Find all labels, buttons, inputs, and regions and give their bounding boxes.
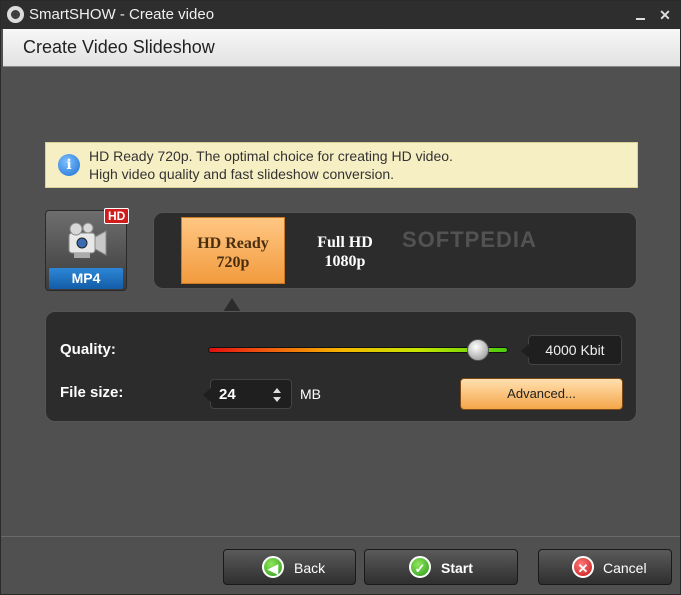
resolution-name: HD Ready — [197, 235, 269, 252]
resolution-value: 1080p — [324, 253, 366, 270]
app-window: SmartSHOW - Create video ✕ Create Video … — [0, 0, 681, 595]
stepper-down-icon[interactable] — [273, 397, 281, 402]
advanced-button[interactable]: Advanced... — [460, 378, 623, 410]
filesize-value[interactable]: 24 — [219, 386, 236, 403]
checkmark-icon: ✓ — [409, 556, 431, 578]
quality-slider-thumb[interactable] — [467, 339, 489, 361]
info-text-line1: HD Ready 720p. The optimal choice for cr… — [89, 148, 453, 164]
stepper-up-icon[interactable] — [273, 388, 281, 393]
back-arrow-icon: ◀ — [262, 556, 284, 578]
quality-value: 4000 Kbit — [521, 335, 622, 365]
selection-pointer — [223, 298, 241, 312]
filesize-stepper[interactable]: 24 — [203, 379, 292, 409]
hd-badge: HD — [104, 208, 130, 224]
quality-slider[interactable] — [208, 347, 508, 353]
resolution-selector: HD Ready 720p Full HD 1080p SOFTPEDIA — [153, 212, 637, 289]
start-button[interactable]: ✓ Start — [364, 549, 518, 585]
film-reel-icon — [7, 6, 24, 23]
camcorder-icon — [68, 222, 107, 258]
page-title: Create Video Slideshow — [23, 37, 215, 57]
info-text-line2: High video quality and fast slideshow co… — [89, 166, 395, 182]
cancel-x-icon: ✕ — [572, 556, 594, 578]
format-button[interactable]: HD MP4 — [45, 208, 130, 291]
footer-divider — [1, 536, 680, 537]
quality-label: Quality: — [60, 341, 116, 358]
info-banner: i HD Ready 720p. The optimal choice for … — [45, 142, 638, 188]
info-icon: i — [58, 154, 80, 176]
watermark: SOFTPEDIA — [402, 227, 537, 252]
close-button[interactable]: ✕ — [657, 7, 673, 23]
page-header: Create Video Slideshow — [3, 29, 680, 67]
minimize-button[interactable] — [633, 7, 649, 23]
filesize-label: File size: — [60, 384, 124, 401]
window-title: SmartSHOW - Create video — [29, 6, 215, 23]
back-button[interactable]: ◀ Back — [223, 549, 356, 585]
resolution-option-full-hd[interactable]: Full HD 1080p — [293, 217, 397, 284]
start-button-label: Start — [441, 560, 473, 576]
format-label: MP4 — [49, 268, 123, 289]
resolution-option-hd-ready[interactable]: HD Ready 720p — [181, 217, 285, 284]
settings-panel: Quality: 4000 Kbit File size: 24 MB Adva… — [45, 311, 637, 422]
back-button-label: Back — [294, 560, 326, 576]
title-bar: SmartSHOW - Create video ✕ — [1, 1, 680, 29]
cancel-button-label: Cancel — [603, 560, 647, 576]
resolution-value: 720p — [216, 254, 250, 271]
filesize-unit: MB — [300, 386, 321, 402]
cancel-button[interactable]: ✕ Cancel — [538, 549, 672, 585]
resolution-name: Full HD — [317, 234, 373, 251]
